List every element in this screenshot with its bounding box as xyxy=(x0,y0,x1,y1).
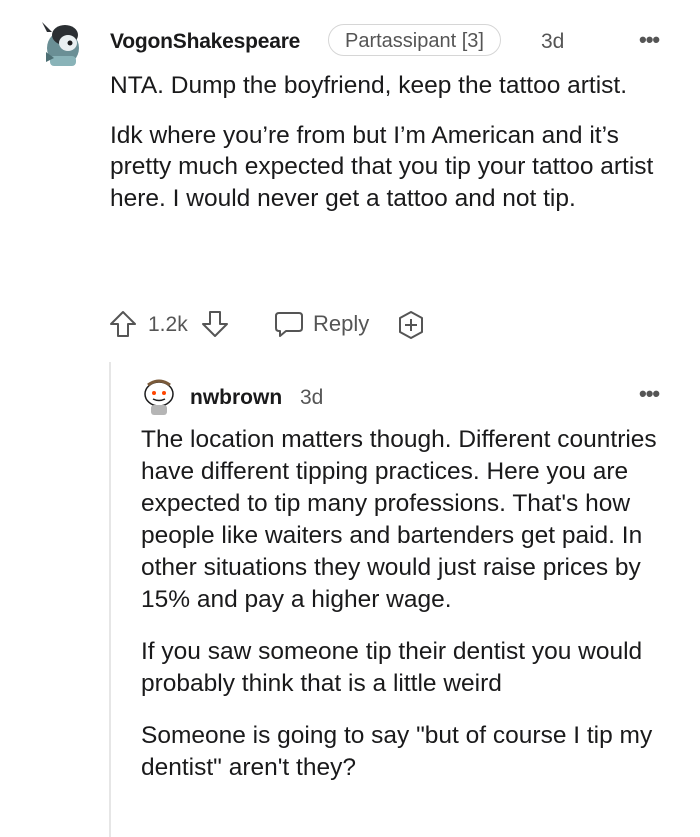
reply-button[interactable]: Reply xyxy=(273,309,369,339)
reply-body: The location matters though. Different c… xyxy=(141,424,681,804)
more-options-icon[interactable]: ••• xyxy=(639,27,660,53)
arrow-up-icon xyxy=(110,311,136,337)
comment-body: NTA. Dump the boyfriend, keep the tattoo… xyxy=(110,70,670,232)
user-flair-badge: Partassipant [3] xyxy=(328,24,501,56)
reply-paragraph: If you saw someone tip their dentist you… xyxy=(141,638,643,697)
reply-label: Reply xyxy=(313,311,370,336)
downvote-button[interactable] xyxy=(200,309,230,339)
comment-paragraph: NTA. Dump the boyfriend, keep the tattoo… xyxy=(110,72,628,99)
user-avatar[interactable] xyxy=(140,377,178,417)
username[interactable]: VogonShakespeare xyxy=(110,30,300,54)
vote-count: 1.2k xyxy=(148,313,188,336)
username[interactable]: nwbrown xyxy=(190,386,282,410)
user-avatar[interactable] xyxy=(38,18,90,70)
speech-bubble-icon xyxy=(275,312,303,337)
award-button[interactable] xyxy=(395,309,427,341)
reply-paragraph: Someone is going to say "but of course I… xyxy=(141,722,653,781)
comment-actions: 1.2k Reply xyxy=(108,307,668,343)
upvote-button[interactable] xyxy=(108,309,138,339)
reply-paragraph: The location matters though. Different c… xyxy=(141,426,657,613)
plus-badge-icon xyxy=(399,311,423,339)
thread-line[interactable] xyxy=(109,362,111,837)
arrow-down-icon xyxy=(202,311,228,337)
comment-age: 3d xyxy=(300,386,324,409)
comment-age: 3d xyxy=(541,30,565,53)
comment-paragraph: Idk where you’re from but I’m American a… xyxy=(110,121,654,212)
more-options-icon[interactable]: ••• xyxy=(639,381,660,407)
